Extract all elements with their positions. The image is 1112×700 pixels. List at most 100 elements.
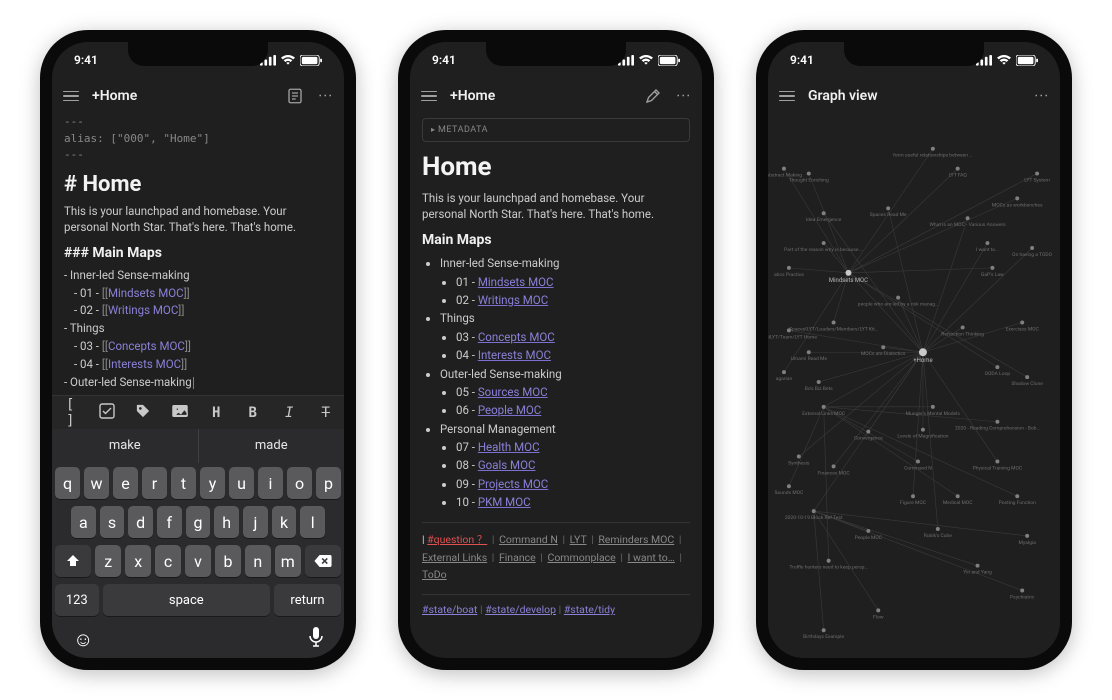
graph-node[interactable] [1015, 196, 1019, 200]
graph-node[interactable] [876, 608, 880, 612]
graph-node[interactable] [995, 459, 999, 463]
footer-link[interactable]: Commonplace [547, 551, 615, 564]
key-n[interactable]: n [245, 545, 271, 577]
footer-link[interactable]: LYT [570, 533, 587, 546]
key-q[interactable]: q [55, 467, 80, 499]
editor-line[interactable]: - Things [64, 320, 332, 338]
key-shift[interactable] [55, 545, 91, 577]
emoji-icon[interactable]: ☺ [73, 627, 93, 652]
graph-node[interactable] [787, 328, 791, 332]
graph-node[interactable] [1025, 375, 1029, 379]
key-f[interactable]: f [157, 506, 182, 538]
key-r[interactable]: r [142, 467, 167, 499]
toolbar-tag[interactable] [132, 404, 154, 422]
key-g[interactable]: g [186, 506, 211, 538]
toolbar-brackets[interactable]: [ ] [59, 397, 81, 429]
graph-node[interactable] [916, 459, 920, 463]
key-t[interactable]: t [171, 467, 196, 499]
suggestion-2[interactable]: made [199, 429, 345, 463]
key-w[interactable]: w [84, 467, 109, 499]
wikilink[interactable]: Writings MOC [478, 293, 548, 307]
key-e[interactable]: e [113, 467, 138, 499]
key-123[interactable]: 123 [55, 584, 99, 616]
footer-link[interactable]: ToDo [422, 568, 447, 581]
key-d[interactable]: d [128, 506, 153, 538]
preview-content[interactable]: METADATA Home This is your launchpad and… [410, 114, 702, 658]
graph-node[interactable] [807, 172, 811, 176]
graph-node[interactable] [919, 348, 927, 356]
graph-node[interactable] [1015, 494, 1019, 498]
suggestion-1[interactable]: make [52, 429, 199, 463]
key-p[interactable]: p [316, 467, 341, 499]
key-h[interactable]: h [214, 506, 239, 538]
editor-line[interactable]: - 03 - [[Concepts MOC]] [64, 338, 332, 356]
graph-node[interactable] [911, 494, 915, 498]
graph-node[interactable] [807, 350, 811, 354]
metadata-callout[interactable]: METADATA [422, 118, 690, 142]
graph-node[interactable] [782, 167, 786, 171]
editor-line[interactable]: - 01 - [[Mindsets MOC]] [64, 285, 332, 303]
wikilink[interactable]: Projects MOC [478, 477, 548, 491]
graph-node[interactable] [896, 296, 900, 300]
key-y[interactable]: y [200, 467, 225, 499]
key-b[interactable]: b [215, 545, 241, 577]
graph-node[interactable] [846, 270, 852, 276]
key-a[interactable]: a [71, 506, 96, 538]
graph-node[interactable] [966, 216, 970, 220]
key-l[interactable]: l [300, 506, 325, 538]
graph-node[interactable] [931, 405, 935, 409]
wikilink[interactable]: Mindsets MOC [478, 275, 554, 289]
graph-node[interactable] [1025, 534, 1029, 538]
editor-line[interactable]: - Outer-led Sense-making [64, 374, 332, 392]
graph-node[interactable] [832, 320, 836, 324]
wikilink[interactable]: Goals MOC [478, 458, 536, 472]
key-u[interactable]: u [229, 467, 254, 499]
editor-line[interactable]: - Inner-led Sense-making [64, 267, 332, 285]
graph-node[interactable] [822, 241, 826, 245]
toolbar-heading[interactable]: H [205, 405, 227, 421]
key-o[interactable]: o [287, 467, 312, 499]
graph-node[interactable] [812, 509, 816, 513]
toolbar-italic[interactable]: I [278, 405, 300, 421]
key-m[interactable]: m [275, 545, 301, 577]
question-tag[interactable]: #question ？ [427, 533, 487, 546]
graph-node[interactable] [961, 325, 965, 329]
graph-node[interactable] [787, 484, 791, 488]
reading-view-icon[interactable] [286, 87, 304, 105]
editor-line[interactable]: - 02 - [[Writings MOC]] [64, 302, 332, 320]
more-icon[interactable]: ⋮ [674, 87, 692, 105]
graph-node[interactable] [976, 564, 980, 568]
graph-canvas[interactable]: +HomeMindsets MOCGaP's Lawpeople who are… [768, 114, 1060, 658]
more-icon[interactable]: ⋮ [1032, 87, 1050, 105]
state-tag[interactable]: #state/boat [422, 603, 477, 616]
graph-node[interactable] [936, 527, 940, 531]
graph-node[interactable] [990, 266, 994, 270]
footer-link[interactable]: External Links [422, 551, 487, 564]
graph-node[interactable] [832, 464, 836, 468]
toolbar-image[interactable] [169, 404, 191, 422]
key-v[interactable]: v [185, 545, 211, 577]
key-space[interactable]: space [103, 584, 270, 616]
graph-node[interactable] [1020, 589, 1024, 593]
graph-node[interactable] [782, 370, 786, 374]
key-z[interactable]: z [95, 545, 121, 577]
graph-node[interactable] [787, 266, 791, 270]
graph-node[interactable] [931, 147, 935, 151]
wikilink[interactable]: PKM MOC [478, 495, 531, 509]
graph-node[interactable] [985, 241, 989, 245]
graph-node[interactable] [822, 405, 826, 409]
graph-node[interactable] [822, 211, 826, 215]
footer-link[interactable]: I want to… [628, 551, 675, 564]
toolbar-checkbox[interactable] [96, 403, 118, 423]
key-k[interactable]: k [272, 506, 297, 538]
graph-node[interactable] [995, 420, 999, 424]
toolbar-strike[interactable]: T [315, 405, 337, 421]
menu-icon[interactable] [778, 87, 796, 105]
key-backspace[interactable] [305, 545, 341, 577]
graph-node[interactable] [817, 380, 821, 384]
footer-link[interactable]: Reminders MOC [598, 533, 674, 546]
state-tag[interactable]: #state/develop [485, 603, 556, 616]
more-icon[interactable]: ⋮ [316, 87, 334, 105]
graph-node[interactable] [921, 428, 925, 432]
key-i[interactable]: i [258, 467, 283, 499]
